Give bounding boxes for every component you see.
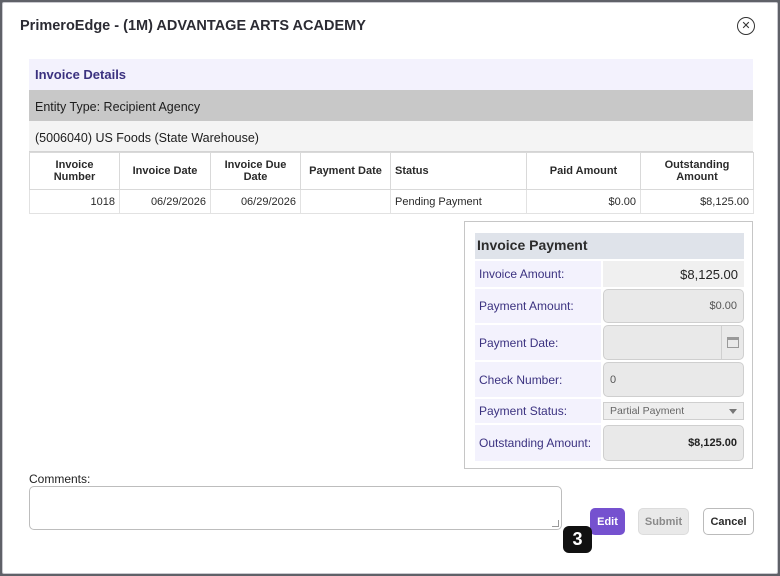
col-payment-date[interactable]: Payment Date — [300, 152, 391, 190]
payment-status-row: Payment Status: Partial Payment — [475, 399, 744, 423]
vendor-row: (5006040) US Foods (State Warehouse) — [29, 121, 753, 152]
cell-status: Pending Payment — [390, 189, 527, 214]
invoice-amount-label: Invoice Amount: — [475, 261, 601, 287]
payment-date-row: Payment Date: — [475, 325, 744, 360]
resize-handle-icon[interactable] — [552, 520, 559, 527]
outstanding-amount-field: $8,125.00 — [603, 425, 744, 461]
col-paid-amount[interactable]: Paid Amount — [526, 152, 641, 190]
payment-date-label: Payment Date: — [475, 325, 601, 360]
check-number-row: Check Number: 0 — [475, 362, 744, 397]
invoice-payment-panel: Invoice Payment Invoice Amount: $8,125.0… — [464, 221, 753, 469]
outstanding-amount-label: Outstanding Amount: — [475, 425, 601, 461]
check-number-label: Check Number: — [475, 362, 601, 397]
comments-textarea[interactable] — [29, 486, 562, 530]
invoice-modal: PrimeroEdge - (1M) ADVANTAGE ARTS ACADEM… — [2, 2, 778, 574]
cell-due-date: 06/29/2026 — [210, 189, 301, 214]
col-status[interactable]: Status — [390, 152, 527, 190]
invoice-table: Invoice Number Invoice Date Invoice Due … — [29, 152, 754, 214]
payment-date-input[interactable] — [603, 325, 744, 360]
check-number-input[interactable]: 0 — [603, 362, 744, 397]
col-invoice-due-date[interactable]: Invoice Due Date — [210, 152, 301, 190]
payment-status-value: Partial Payment — [610, 405, 685, 417]
cancel-button[interactable]: Cancel — [703, 508, 754, 535]
invoice-amount-value: $8,125.00 — [603, 261, 744, 287]
payment-amount-input[interactable]: $0.00 — [603, 289, 744, 323]
cell-outstanding-amount: $8,125.00 — [640, 189, 754, 214]
edit-button[interactable]: Edit — [590, 508, 625, 535]
close-icon[interactable]: ✕ — [737, 17, 755, 35]
step-badge: 3 — [563, 526, 592, 553]
cell-payment-date — [300, 189, 391, 214]
chevron-down-icon — [729, 408, 737, 414]
submit-button[interactable]: Submit — [638, 508, 689, 535]
table-row: 1018 06/29/2026 06/29/2026 Pending Payme… — [29, 189, 754, 214]
invoice-details-header: Invoice Details — [29, 59, 753, 90]
modal-title: PrimeroEdge - (1M) ADVANTAGE ARTS ACADEM… — [20, 18, 366, 34]
cell-invoice-number: 1018 — [29, 189, 120, 214]
calendar-icon[interactable] — [721, 326, 743, 359]
invoice-amount-row: Invoice Amount: $8,125.00 — [475, 261, 744, 287]
cell-invoice-date: 06/29/2026 — [119, 189, 211, 214]
invoice-payment-title: Invoice Payment — [475, 233, 744, 259]
cell-paid-amount: $0.00 — [526, 189, 641, 214]
payment-amount-label: Payment Amount: — [475, 289, 601, 323]
payment-status-select[interactable]: Partial Payment — [603, 402, 744, 420]
col-invoice-number[interactable]: Invoice Number — [29, 152, 120, 190]
table-header-row: Invoice Number Invoice Date Invoice Due … — [29, 152, 754, 190]
payment-amount-row: Payment Amount: $0.00 — [475, 289, 744, 323]
comments-label: Comments: — [29, 472, 91, 486]
payment-status-label: Payment Status: — [475, 399, 601, 423]
outstanding-amount-row: Outstanding Amount: $8,125.00 — [475, 425, 744, 461]
entity-type-row: Entity Type: Recipient Agency — [29, 90, 753, 121]
col-invoice-date[interactable]: Invoice Date — [119, 152, 211, 190]
col-outstanding-amount[interactable]: Outstanding Amount — [640, 152, 754, 190]
